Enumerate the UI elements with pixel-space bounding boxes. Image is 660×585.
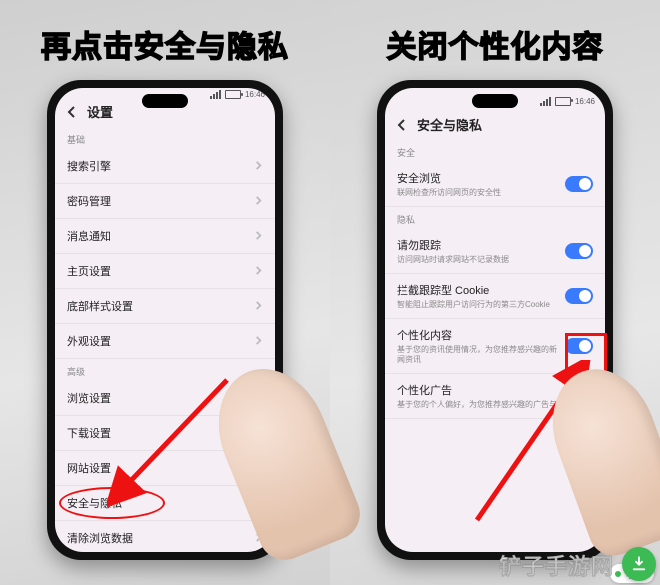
camera-notch <box>142 94 188 108</box>
row-label: 个性化内容 <box>397 327 557 343</box>
status-time: 16:46 <box>245 90 265 99</box>
chevron-right-icon <box>254 192 263 210</box>
wechat-dot-icon <box>615 571 621 577</box>
row-notifications[interactable]: 消息通知 <box>55 219 275 254</box>
watermark-brand: 铲子手游网 <box>499 549 614 581</box>
chevron-right-icon <box>254 227 263 245</box>
section-security: 安全 <box>385 140 605 162</box>
row-homepage[interactable]: 主页设置 <box>55 254 275 289</box>
row-personalized-content[interactable]: 个性化内容 基于您的资讯使用情况，为您推荐感兴趣的新闻资讯 <box>385 319 605 374</box>
row-do-not-track[interactable]: 请勿跟踪 访问网站时请求网站不记录数据 <box>385 229 605 274</box>
toggle-switch[interactable] <box>565 176 593 192</box>
row-sub: 访问网站时请求网站不记录数据 <box>397 255 557 265</box>
battery-icon <box>555 97 571 106</box>
row-appearance[interactable]: 外观设置 <box>55 324 275 359</box>
row-sub: 联网检查所访问网页的安全性 <box>397 188 557 198</box>
battery-icon <box>225 90 241 99</box>
row-safe-browsing[interactable]: 安全浏览 联网检查所访问网页的安全性 <box>385 162 605 207</box>
chevron-right-icon <box>254 157 263 175</box>
section-basic: 基础 <box>55 127 275 149</box>
row-label: 密码管理 <box>67 193 246 209</box>
row-label: 消息通知 <box>67 228 246 244</box>
row-label: 搜索引擎 <box>67 158 246 174</box>
toggle-switch[interactable] <box>565 243 593 259</box>
row-label: 清除浏览数据 <box>67 530 246 546</box>
row-label: 安全浏览 <box>397 170 557 186</box>
row-password[interactable]: 密码管理 <box>55 184 275 219</box>
row-search-engine[interactable]: 搜索引擎 <box>55 149 275 184</box>
row-label: 安全与隐私 <box>67 495 246 511</box>
section-privacy: 隐私 <box>385 207 605 229</box>
row-label: 请勿跟踪 <box>397 237 557 253</box>
page-title: 安全与隐私 <box>417 115 482 134</box>
back-icon[interactable] <box>65 105 79 119</box>
status-time: 16:46 <box>575 97 595 106</box>
page-title: 设置 <box>87 102 113 121</box>
row-bottom-style[interactable]: 底部样式设置 <box>55 289 275 324</box>
caption-left: 再点击安全与隐私 <box>41 22 289 66</box>
row-label: 个性化广告 <box>397 382 576 398</box>
camera-notch <box>472 94 518 108</box>
row-sub: 基于您的资讯使用情况，为您推荐感兴趣的新闻资讯 <box>397 345 557 365</box>
chevron-right-icon <box>254 297 263 315</box>
toggle-switch[interactable] <box>565 338 593 354</box>
chevron-right-icon <box>254 332 263 350</box>
signal-icon <box>210 90 221 99</box>
row-label: 外观设置 <box>67 333 246 349</box>
row-label: 底部样式设置 <box>67 298 246 314</box>
download-icon <box>622 547 656 581</box>
row-sub: 智能阻止跟踪用户访问行为的第三方Cookie <box>397 300 557 310</box>
chevron-right-icon <box>254 262 263 280</box>
toggle-switch[interactable] <box>565 288 593 304</box>
row-sub: 基于您的个人偏好，为您推荐感兴趣的广告与服务 <box>397 400 576 410</box>
signal-icon <box>540 97 551 106</box>
back-icon[interactable] <box>395 118 409 132</box>
row-block-tracking-cookie[interactable]: 拦截跟踪型 Cookie 智能阻止跟踪用户访问行为的第三方Cookie <box>385 274 605 319</box>
caption-right: 关闭个性化内容 <box>387 22 604 66</box>
row-label: 网站设置 <box>67 460 246 476</box>
row-label: 拦截跟踪型 Cookie <box>397 282 557 298</box>
row-label: 主页设置 <box>67 263 246 279</box>
row-clear-data[interactable]: 清除浏览数据 <box>55 521 275 552</box>
row-label: 浏览设置 <box>67 390 246 406</box>
